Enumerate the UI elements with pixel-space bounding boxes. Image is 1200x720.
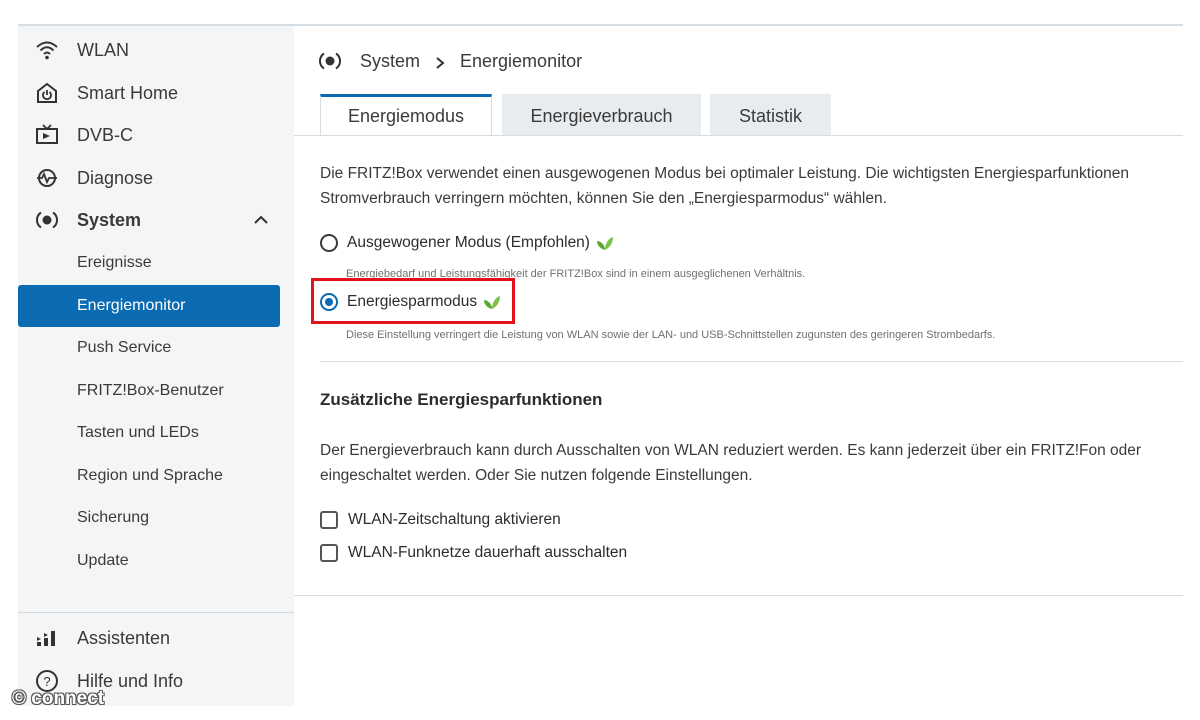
sidebar-subitem-label: Sicherung — [77, 509, 150, 526]
sidebar-subitem-region-sprache[interactable]: Region und Sprache — [18, 456, 280, 496]
leaf-icon — [596, 234, 614, 252]
sidebar-subitem-energiemonitor[interactable]: Energiemonitor — [18, 285, 280, 327]
tabs-divider — [294, 135, 1183, 136]
tab-label: Energiemodus — [347, 106, 465, 126]
tab-label: Statistik — [738, 106, 803, 126]
sidebar-subitem-label: Region und Sprache — [77, 467, 223, 484]
system-icon — [34, 207, 60, 233]
sidebar-item-system[interactable]: System — [18, 200, 280, 240]
sidebar-item-label: Smart Home — [77, 82, 179, 103]
sidebar-subitem-label: Tasten und LEDs — [77, 424, 199, 441]
sidebar-item-dvb-c[interactable]: DVB-C — [18, 115, 280, 155]
sidebar-item-label: Assistenten — [77, 627, 171, 648]
sidebar-subitem-label: Push Service — [77, 339, 172, 356]
intro-text-line-1: Die FRITZ!Box verwendet einen ausgewogen… — [320, 165, 1130, 182]
content-bottom-divider — [294, 595, 1183, 596]
mode-option-balanced[interactable]: Ausgewogener Modus (Empfohlen) — [320, 232, 614, 254]
sidebar-subitem-fritzbox-benutzer[interactable]: FRITZ!Box-Benutzer — [18, 371, 280, 411]
watermark: © connect — [12, 688, 105, 709]
additional-text-line-2: eingeschaltet werden. Oder Sie nutzen fo… — [320, 467, 753, 484]
tab-statistik[interactable]: Statistik — [710, 94, 831, 136]
main-content: System Energiemonitor Energiemodus Energ… — [294, 26, 1183, 706]
tab-label: Energieverbrauch — [530, 106, 673, 126]
sidebar-item-smart-home[interactable]: Smart Home — [18, 73, 280, 113]
sidebar-subitem-ereignisse[interactable]: Ereignisse — [18, 243, 280, 283]
checkbox-label: WLAN-Funknetze dauerhaft ausschalten — [348, 544, 628, 561]
chevron-up-icon[interactable] — [250, 209, 272, 231]
sidebar-item-assistenten[interactable]: Assistenten — [18, 618, 280, 658]
sidebar-item-label: DVB-C — [77, 124, 134, 145]
checkbox-row-wlan-off[interactable]: WLAN-Funknetze dauerhaft ausschalten — [320, 542, 627, 564]
diagnose-icon — [34, 165, 60, 191]
sidebar-subitem-label: Energiemonitor — [77, 297, 186, 314]
tab-energieverbrauch[interactable]: Energieverbrauch — [502, 94, 701, 136]
sidebar-item-diagnose[interactable]: Diagnose — [18, 158, 280, 198]
sidebar-subitem-label: Update — [77, 552, 129, 569]
sidebar-subitem-push-service[interactable]: Push Service — [18, 328, 280, 368]
highlight-box — [311, 278, 515, 324]
sidebar-subitem-label: FRITZ!Box-Benutzer — [77, 382, 224, 399]
sidebar-subitem-tasten-leds[interactable]: Tasten und LEDs — [18, 413, 280, 453]
tv-icon — [34, 122, 60, 148]
mode-label: Ausgewogener Modus (Empfohlen) — [347, 234, 590, 251]
additional-text-line-1: Der Energieverbrauch kann durch Ausschal… — [320, 442, 1142, 459]
intro-text-line-2: Stromverbrauch verringern möchten, könne… — [320, 190, 887, 207]
smart-home-icon — [34, 80, 60, 106]
sidebar-item-label: System — [77, 209, 142, 230]
breadcrumb-current: Energiemonitor — [460, 50, 583, 71]
tab-energiemodus[interactable]: Energiemodus — [320, 94, 492, 136]
additional-heading: Zusätzliche Energiesparfunktionen — [320, 390, 603, 409]
checkbox-wlan-off[interactable] — [320, 544, 338, 562]
sidebar: WLAN Smart Home DVB-C Diagnose System Er… — [18, 26, 294, 706]
sidebar-item-label: Diagnose — [77, 167, 154, 188]
sidebar-divider — [18, 612, 294, 613]
radio-balanced[interactable] — [320, 234, 338, 252]
svg-text:?: ? — [43, 674, 50, 689]
checkbox-wlan-timer[interactable] — [320, 511, 338, 529]
checkbox-label: WLAN-Zeitschaltung aktivieren — [348, 511, 561, 528]
chevron-right-icon — [434, 54, 446, 69]
mode-hint-energy-saving: Diese Einstellung verringert die Leistun… — [346, 329, 996, 341]
sidebar-subitem-label: Ereignisse — [77, 254, 152, 271]
checkbox-row-wlan-timer[interactable]: WLAN-Zeitschaltung aktivieren — [320, 509, 561, 531]
section-divider — [320, 361, 1183, 362]
sidebar-subitem-update[interactable]: Update — [18, 541, 280, 581]
breadcrumb-root[interactable]: System — [360, 51, 420, 72]
sidebar-subitem-sicherung[interactable]: Sicherung — [18, 498, 280, 538]
sidebar-item-label: WLAN — [77, 39, 130, 60]
sidebar-item-wlan[interactable]: WLAN — [18, 30, 280, 70]
wifi-icon — [34, 37, 60, 63]
system-icon — [318, 49, 342, 73]
breadcrumb: System Energiemonitor — [318, 48, 582, 74]
wizard-icon — [34, 625, 60, 651]
